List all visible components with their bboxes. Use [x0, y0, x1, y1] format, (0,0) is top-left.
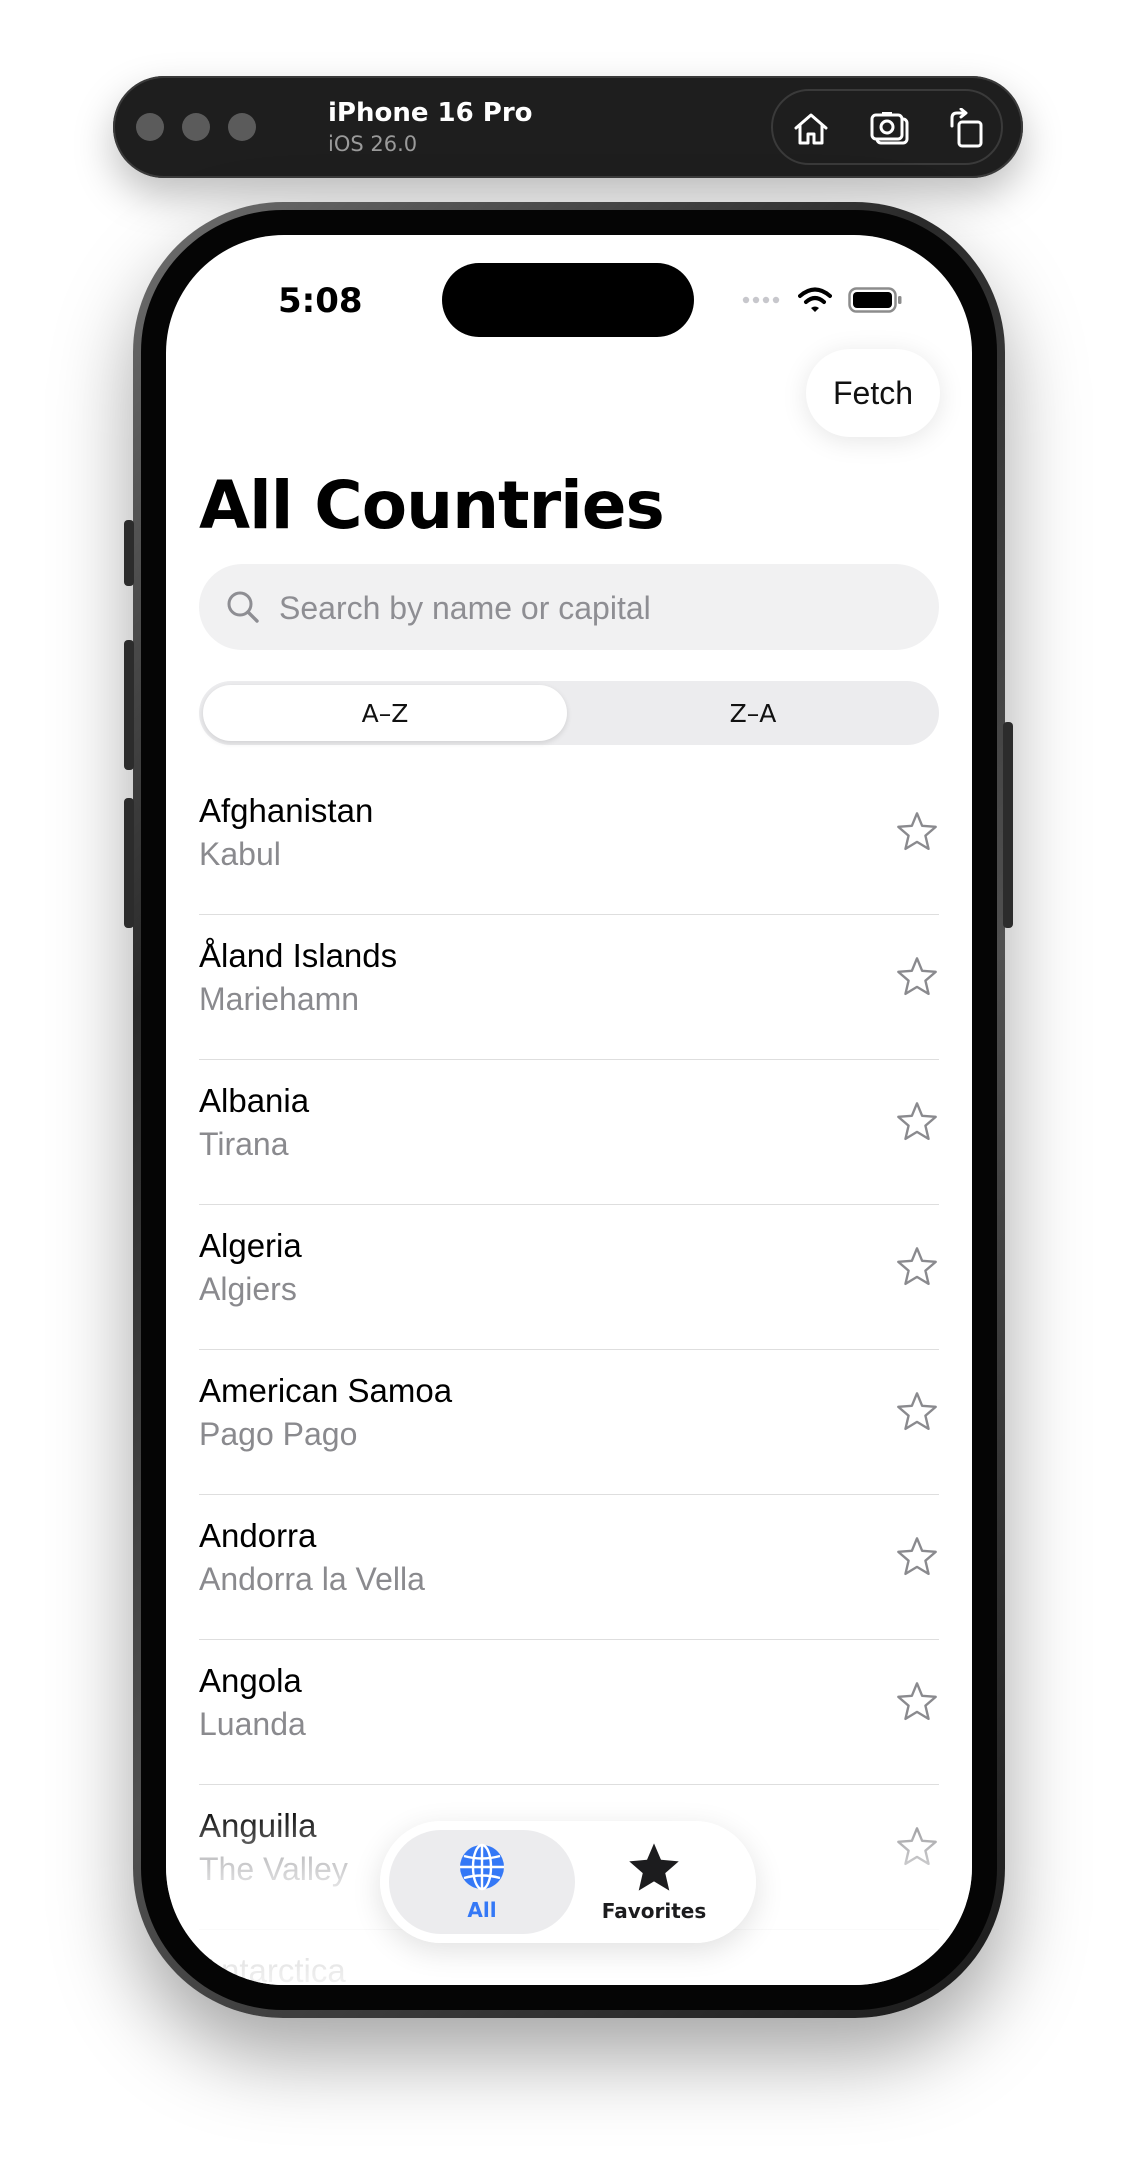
battery-icon: [848, 287, 902, 313]
globe-icon: [460, 1843, 504, 1891]
volume-up-button: [124, 640, 134, 770]
favorite-star-icon[interactable]: [895, 1245, 939, 1289]
search-input[interactable]: [277, 564, 921, 652]
status-icons: [742, 287, 902, 313]
tab-all-label: All: [467, 1898, 497, 1922]
rotate-icon: [950, 108, 983, 148]
window-zoom-button[interactable]: [228, 113, 256, 141]
volume-down-button: [124, 798, 134, 928]
tab-all[interactable]: All: [389, 1830, 575, 1934]
country-row[interactable]: Åland Islands Mariehamn: [199, 915, 939, 1060]
tab-bar: All Favorites: [380, 1821, 756, 1943]
favorite-star-icon[interactable]: [895, 1390, 939, 1434]
power-button: [1003, 722, 1013, 928]
country-name: Anguilla: [199, 1807, 317, 1844]
country-row[interactable]: Albania Tirana: [199, 1060, 939, 1205]
wifi-icon: [798, 287, 832, 312]
simulator-toolbar: iPhone 16 Pro iOS 26.0: [113, 76, 1023, 178]
country-name: Åland Islands: [199, 937, 398, 974]
os-version: iOS 26.0: [328, 132, 418, 156]
window-minimize-button[interactable]: [182, 113, 210, 141]
tab-favorites-label: Favorites: [601, 1899, 707, 1923]
dynamic-island: [442, 263, 694, 337]
country-capital: Mariehamn: [199, 981, 360, 1017]
country-capital: Algiers: [199, 1271, 297, 1307]
country-capital: Luanda: [199, 1706, 306, 1742]
country-capital: Kabul: [199, 836, 281, 872]
fetch-button[interactable]: Fetch: [806, 349, 940, 437]
simulator-window: iPhone 16 Pro iOS 26.0 5:08 Fetch All Co…: [0, 0, 1136, 2168]
favorite-star-icon[interactable]: [895, 810, 939, 854]
screenshot-button[interactable]: [868, 107, 912, 151]
country-capital: Andorra la Vella: [199, 1561, 425, 1597]
country-row[interactable]: Algeria Algiers: [199, 1205, 939, 1350]
favorite-star-icon[interactable]: [895, 1825, 939, 1869]
device-name: iPhone 16 Pro: [328, 98, 533, 128]
country-name: Albania: [199, 1082, 310, 1119]
favorite-star-icon[interactable]: [895, 1680, 939, 1724]
country-name: Afghanistan: [199, 792, 374, 829]
window-close-button[interactable]: [136, 113, 164, 141]
cellular-dots-icon: [742, 296, 780, 304]
star-filled-icon: [629, 1843, 679, 1891]
sort-segmented-control: A–Z Z–A: [199, 681, 939, 745]
sort-az-option[interactable]: A–Z: [203, 685, 567, 741]
simulator-controls: [771, 89, 1003, 165]
country-capital: Pago Pago: [199, 1416, 358, 1452]
app-screen: 5:08 Fetch All Countries Search by name …: [166, 235, 972, 1985]
country-row[interactable]: Andorra Andorra la Vella: [199, 1495, 939, 1640]
country-name: Algeria: [199, 1227, 302, 1264]
home-button[interactable]: [789, 107, 833, 151]
home-icon: [794, 113, 828, 145]
country-name: Antarctica: [199, 1952, 346, 1985]
screenshot-icon: [870, 112, 909, 145]
country-capital: Tirana: [199, 1126, 289, 1162]
favorite-star-icon[interactable]: [895, 1535, 939, 1579]
rotate-button[interactable]: [945, 107, 989, 151]
country-name: American Samoa: [199, 1372, 453, 1409]
tab-favorites[interactable]: Favorites: [561, 1830, 747, 1934]
search-field[interactable]: [199, 564, 939, 652]
action-button: [124, 520, 134, 586]
country-name: Andorra: [199, 1517, 317, 1554]
favorite-star-icon[interactable]: [895, 955, 939, 999]
country-row[interactable]: Afghanistan Kabul: [199, 770, 939, 915]
country-row[interactable]: Angola Luanda: [199, 1640, 939, 1785]
status-time: 5:08: [278, 281, 363, 321]
search-icon: [227, 591, 259, 623]
page-title: All Countries: [199, 467, 665, 544]
country-capital: The Valley: [199, 1851, 348, 1887]
favorite-star-icon[interactable]: [895, 1970, 939, 1985]
sort-za-option[interactable]: Z–A: [571, 685, 935, 741]
favorite-star-icon[interactable]: [895, 1100, 939, 1144]
country-list: Afghanistan Kabul Åland Islands Mariehamn Al…: [166, 770, 972, 1985]
country-name: Angola: [199, 1662, 302, 1699]
country-row[interactable]: American Samoa Pago Pago: [199, 1350, 939, 1495]
